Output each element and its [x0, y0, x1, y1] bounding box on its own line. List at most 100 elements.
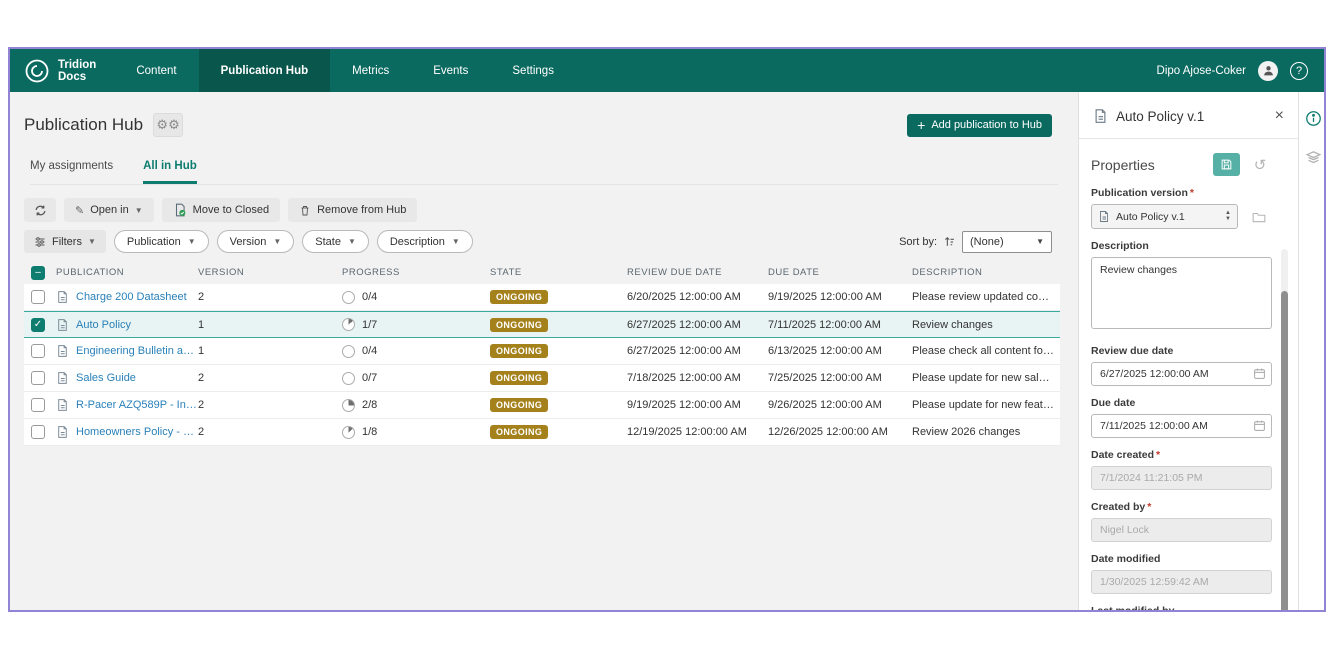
table-row[interactable]: R-Pacer AZQ589P - Instruc... 2 2/8 ONGOI…: [24, 392, 1060, 419]
description-cell: Review changes: [912, 319, 1060, 331]
remove-from-hub-button[interactable]: Remove from Hub: [288, 198, 417, 222]
panel-title: Auto Policy v.1: [1116, 109, 1204, 124]
refresh-button[interactable]: [24, 198, 56, 222]
filter-pill-state[interactable]: State▼: [302, 230, 369, 253]
plus-icon: +: [917, 118, 925, 132]
main-content: Publication Hub ⚙⚙ + Add publication to …: [10, 92, 1078, 610]
publication-doc-icon: [56, 425, 69, 439]
sort-ascending-icon[interactable]: [943, 235, 956, 248]
nav-item-content[interactable]: Content: [114, 49, 198, 92]
row-checkbox[interactable]: [31, 398, 45, 412]
progress-cell: 0/4: [362, 291, 377, 303]
table-row[interactable]: Sales Guide 2 0/7 ONGOING 7/18/2025 12:0…: [24, 365, 1060, 392]
row-checkbox[interactable]: [31, 425, 45, 439]
tab-my-assignments[interactable]: My assignments: [30, 160, 113, 184]
close-icon[interactable]: ×: [1275, 108, 1284, 124]
filters-button[interactable]: Filters ▼: [24, 230, 106, 253]
state-badge: ONGOING: [490, 344, 548, 358]
nav-item-metrics[interactable]: Metrics: [330, 49, 411, 92]
publication-link[interactable]: R-Pacer AZQ589P - Instruc...: [76, 399, 198, 411]
publication-version-select[interactable]: Auto Policy v.1 ▲▼: [1091, 204, 1238, 229]
row-checkbox[interactable]: ✓: [31, 318, 45, 332]
labels-icon[interactable]: [1305, 149, 1322, 166]
review-due-date-field[interactable]: [1091, 362, 1272, 386]
date-modified-label: Date modified: [1091, 553, 1272, 565]
sort-select[interactable]: (None) ▼: [962, 231, 1052, 253]
publication-link[interactable]: Sales Guide: [76, 372, 136, 384]
trash-icon: [299, 204, 311, 217]
move-to-closed-button[interactable]: Move to Closed: [162, 198, 280, 222]
publication-link[interactable]: Engineering Bulletin a0008...: [76, 345, 198, 357]
chevron-down-icon: ▼: [1036, 237, 1044, 246]
folder-icon: [1251, 210, 1267, 224]
filter-pill-description[interactable]: Description▼: [377, 230, 473, 253]
user-avatar-icon[interactable]: [1258, 61, 1278, 81]
row-checkbox[interactable]: [31, 290, 45, 304]
state-badge: ONGOING: [490, 318, 548, 332]
tab-all-in-hub[interactable]: All in Hub: [143, 160, 197, 184]
publication-link[interactable]: Auto Policy: [76, 319, 131, 331]
table-row[interactable]: ✓ Auto Policy 1 1/7 ONGOING 6/27/2025 12…: [24, 311, 1060, 338]
nav-item-events[interactable]: Events: [411, 49, 490, 92]
due-date-cell: 7/11/2025 12:00:00 AM: [768, 319, 912, 331]
filter-pill-version[interactable]: Version▼: [217, 230, 295, 253]
chevron-down-icon: ▼: [188, 237, 196, 246]
save-icon: [1220, 158, 1233, 171]
column-header-due-date[interactable]: DUE DATE: [768, 267, 912, 278]
spinner-arrows-icon: ▲▼: [1225, 211, 1231, 222]
description-label: Description: [1091, 240, 1272, 252]
publication-doc-icon: [56, 344, 69, 358]
main-nav: Content Publication Hub Metrics Events S…: [114, 49, 576, 92]
row-checkbox[interactable]: [31, 344, 45, 358]
progress-pie-icon: [342, 372, 355, 385]
open-in-button[interactable]: ✎ Open in ▼: [64, 198, 154, 222]
column-header-state[interactable]: STATE: [490, 267, 627, 278]
browse-folder-button[interactable]: [1246, 205, 1272, 229]
user-name[interactable]: Dipo Ajose-Coker: [1157, 65, 1246, 77]
column-header-publication[interactable]: PUBLICATION: [56, 267, 198, 278]
column-header-description[interactable]: DESCRIPTION: [912, 267, 1060, 278]
nav-item-publication-hub[interactable]: Publication Hub: [199, 49, 331, 92]
table-row[interactable]: Homeowners Policy - Stand... 2 1/8 ONGOI…: [24, 419, 1060, 446]
table-body: Charge 200 Datasheet 2 0/4 ONGOING 6/20/…: [24, 284, 1060, 446]
column-header-version[interactable]: VERSION: [198, 267, 342, 278]
brand[interactable]: Tridion Docs: [10, 49, 114, 92]
add-publication-button[interactable]: + Add publication to Hub: [907, 114, 1052, 137]
info-icon[interactable]: [1305, 110, 1322, 127]
column-header-review-due-date[interactable]: REVIEW DUE DATE: [627, 267, 768, 278]
page-title: Publication Hub: [24, 115, 143, 135]
calendar-icon[interactable]: [1253, 367, 1266, 380]
filter-pill-publication[interactable]: Publication▼: [114, 230, 209, 253]
progress-cell: 0/7: [362, 372, 377, 384]
help-icon[interactable]: ?: [1290, 62, 1308, 80]
progress-pie-icon: [342, 318, 355, 331]
undo-button[interactable]: ↺: [1248, 153, 1272, 176]
table-row[interactable]: Engineering Bulletin a0008... 1 0/4 ONGO…: [24, 338, 1060, 365]
select-all-checkbox[interactable]: –: [31, 266, 45, 280]
top-navbar: Tridion Docs Content Publication Hub Met…: [10, 49, 1324, 92]
created-by-field: [1091, 518, 1272, 542]
nav-item-settings[interactable]: Settings: [490, 49, 576, 92]
publication-link[interactable]: Homeowners Policy - Stand...: [76, 426, 198, 438]
save-button[interactable]: [1213, 153, 1240, 176]
description-field[interactable]: [1091, 257, 1272, 329]
review-due-date-cell: 12/19/2025 12:00:00 AM: [627, 426, 768, 438]
panel-scrollbar[interactable]: [1281, 249, 1288, 612]
publication-doc-icon: [56, 318, 69, 332]
table-row[interactable]: Charge 200 Datasheet 2 0/4 ONGOING 6/20/…: [24, 284, 1060, 311]
row-checkbox[interactable]: [31, 371, 45, 385]
calendar-icon[interactable]: [1253, 419, 1266, 432]
progress-pie-icon: [342, 291, 355, 304]
publication-version-label: Publication version*: [1091, 187, 1272, 199]
review-due-date-cell: 6/27/2025 12:00:00 AM: [627, 345, 768, 357]
progress-pie-icon: [342, 345, 355, 358]
panel-scrollbar-thumb[interactable]: [1281, 291, 1288, 612]
column-header-progress[interactable]: PROGRESS: [342, 267, 490, 278]
due-date-field[interactable]: [1091, 414, 1272, 438]
hub-settings-button[interactable]: ⚙⚙: [153, 113, 183, 137]
description-cell: Please review updated content: [912, 291, 1060, 303]
publication-link[interactable]: Charge 200 Datasheet: [76, 291, 187, 303]
due-date-cell: 9/26/2025 12:00:00 AM: [768, 399, 912, 411]
review-due-date-cell: 9/19/2025 12:00:00 AM: [627, 399, 768, 411]
undo-icon: ↺: [1254, 157, 1267, 174]
